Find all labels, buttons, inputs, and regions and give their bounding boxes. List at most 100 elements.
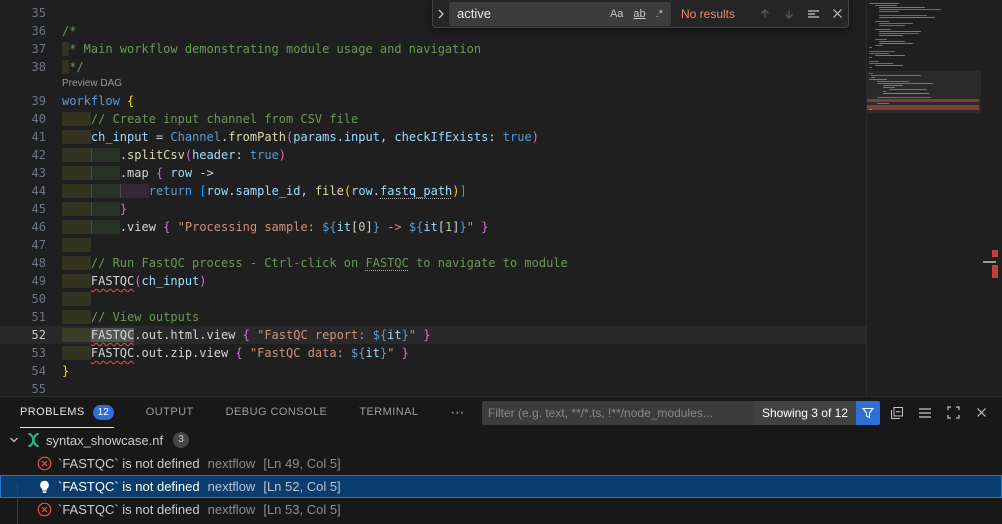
code-text: FASTQC.out.zip.view { "FastQC data: ${it… bbox=[62, 344, 409, 362]
token: . bbox=[337, 130, 344, 144]
line-number[interactable]: 47 bbox=[0, 236, 46, 254]
minimap-code-line bbox=[875, 55, 905, 56]
code-line-45[interactable]: 45 } bbox=[0, 200, 866, 218]
line-number[interactable]: 53 bbox=[0, 344, 46, 362]
code-line-49[interactable]: 49 FASTQC(ch_input) bbox=[0, 272, 866, 290]
collapse-all-button[interactable] bbox=[886, 402, 908, 424]
code-text: // Create input channel from CSV file bbox=[62, 110, 358, 128]
token: FASTQC bbox=[365, 256, 408, 270]
code-line-51[interactable]: 51 // View outputs bbox=[0, 308, 866, 326]
line-number[interactable]: 42 bbox=[0, 146, 46, 164]
find-widget: Aa ab .* No results bbox=[432, 0, 849, 28]
token: ] bbox=[366, 220, 373, 234]
line-number[interactable]: 37 bbox=[0, 40, 46, 58]
whole-word-toggle[interactable]: ab bbox=[629, 7, 649, 21]
code-lines[interactable]: 3536/*37 * Main workflow demonstrating m… bbox=[0, 0, 866, 396]
line-number[interactable]: 49 bbox=[0, 272, 46, 290]
line-number[interactable]: 41 bbox=[0, 128, 46, 146]
code-lens-preview-dag[interactable]: Preview DAG bbox=[0, 76, 866, 92]
token: params bbox=[293, 130, 336, 144]
token: it bbox=[423, 220, 437, 234]
token: */ bbox=[69, 60, 83, 74]
code-line-48[interactable]: 48 // Run FastQC process - Ctrl-click on… bbox=[0, 254, 866, 272]
line-number[interactable]: 44 bbox=[0, 182, 46, 200]
token: " bbox=[467, 220, 474, 234]
find-query-input[interactable] bbox=[457, 6, 604, 21]
find-previous-button[interactable] bbox=[754, 3, 776, 25]
code-line-42[interactable]: 42 .splitCsv(header: true) bbox=[0, 146, 866, 164]
line-number[interactable]: 38 bbox=[0, 58, 46, 76]
problems-file-group[interactable]: syntax_showcase.nf 3 bbox=[0, 428, 1002, 452]
code-line-53[interactable]: 53 FASTQC.out.zip.view { "FastQC data: $… bbox=[0, 344, 866, 362]
minimap-code-line bbox=[869, 47, 872, 48]
token: , bbox=[301, 184, 315, 198]
problem-row[interactable]: `FASTQC` is not definednextflow[Ln 52, C… bbox=[0, 475, 1002, 498]
code-line-38[interactable]: 38 */ bbox=[0, 58, 866, 76]
line-number[interactable]: 35 bbox=[0, 4, 46, 22]
code-line-41[interactable]: 41 ch_input = Channel.fromPath(params.in… bbox=[0, 128, 866, 146]
token bbox=[62, 184, 91, 198]
match-case-toggle[interactable]: Aa bbox=[606, 7, 627, 21]
tab-debug-console[interactable]: DEBUG CONSOLE bbox=[226, 397, 328, 428]
code-line-52[interactable]: 52 FASTQC.out.html.view { "FastQC report… bbox=[0, 326, 866, 344]
minimap-slider[interactable] bbox=[867, 71, 981, 113]
problems-file-name: syntax_showcase.nf bbox=[46, 433, 163, 448]
line-number[interactable]: 46 bbox=[0, 218, 46, 236]
find-next-button[interactable] bbox=[778, 3, 800, 25]
regex-toggle[interactable]: .* bbox=[652, 7, 667, 21]
token: true bbox=[503, 130, 532, 144]
code-line-43[interactable]: 43 .map { row -> bbox=[0, 164, 866, 182]
token: ] bbox=[452, 220, 459, 234]
code-line-50[interactable]: 50 bbox=[0, 290, 866, 308]
close-panel-button[interactable] bbox=[970, 402, 992, 424]
code-line-44[interactable]: 44 return [row.sample_id, file(row.fastq… bbox=[0, 182, 866, 200]
line-number[interactable]: 48 bbox=[0, 254, 46, 272]
minimap[interactable] bbox=[866, 0, 980, 396]
tab-output[interactable]: OUTPUT bbox=[146, 397, 194, 428]
code-line-40[interactable]: 40 // Create input channel from CSV file bbox=[0, 110, 866, 128]
line-number[interactable]: 55 bbox=[0, 380, 46, 396]
find-in-selection-button[interactable] bbox=[802, 3, 824, 25]
code-line-37[interactable]: 37 * Main workflow demonstrating module … bbox=[0, 40, 866, 58]
editor[interactable]: 3536/*37 * Main workflow demonstrating m… bbox=[0, 0, 1002, 396]
code-line-55[interactable]: 55 bbox=[0, 380, 866, 396]
problem-row[interactable]: `FASTQC` is not definednextflow[Ln 49, C… bbox=[0, 452, 1002, 475]
token bbox=[243, 346, 250, 360]
severity-icon-wrap bbox=[36, 456, 52, 472]
find-expand-toggle[interactable] bbox=[433, 0, 449, 27]
line-number[interactable]: 54 bbox=[0, 362, 46, 380]
problem-message: `FASTQC` is not defined bbox=[58, 456, 200, 471]
code-line-47[interactable]: 47 bbox=[0, 236, 866, 254]
line-number[interactable]: 45 bbox=[0, 200, 46, 218]
panel-more-actions[interactable]: ⋯ bbox=[450, 397, 465, 428]
token: ( bbox=[134, 274, 141, 288]
line-number[interactable]: 43 bbox=[0, 164, 46, 182]
maximize-icon bbox=[947, 406, 960, 419]
arrow-down-icon bbox=[783, 8, 795, 20]
line-number[interactable]: 39 bbox=[0, 92, 46, 110]
token: } bbox=[460, 220, 467, 234]
line-number[interactable]: 50 bbox=[0, 290, 46, 308]
tab-problems[interactable]: PROBLEMS12 bbox=[20, 397, 114, 428]
tab-label: ⋯ bbox=[450, 404, 465, 421]
tab-terminal[interactable]: TERMINAL bbox=[359, 397, 418, 428]
token bbox=[62, 238, 91, 252]
token: // View outputs bbox=[91, 310, 199, 324]
line-number[interactable]: 52 bbox=[0, 326, 46, 344]
filter-funnel-button[interactable] bbox=[856, 401, 880, 425]
maximize-panel-button[interactable] bbox=[942, 402, 964, 424]
view-as-table-button[interactable] bbox=[914, 402, 936, 424]
overview-ruler[interactable] bbox=[982, 0, 1002, 396]
line-number[interactable]: 40 bbox=[0, 110, 46, 128]
code-line-54[interactable]: 54} bbox=[0, 362, 866, 380]
code-line-39[interactable]: 39workflow { bbox=[0, 92, 866, 110]
problem-row[interactable]: `FASTQC` is not definednextflow[Ln 53, C… bbox=[0, 498, 1002, 521]
find-close-button[interactable] bbox=[826, 3, 848, 25]
lightbulb-icon bbox=[38, 480, 51, 494]
problems-filter-input[interactable] bbox=[482, 406, 754, 420]
line-number[interactable]: 36 bbox=[0, 22, 46, 40]
token: sample_id bbox=[235, 184, 300, 198]
code-line-46[interactable]: 46 .view { "Processing sample: ${it[0]} … bbox=[0, 218, 866, 236]
token: "FastQC report: bbox=[257, 328, 373, 342]
line-number[interactable]: 51 bbox=[0, 308, 46, 326]
